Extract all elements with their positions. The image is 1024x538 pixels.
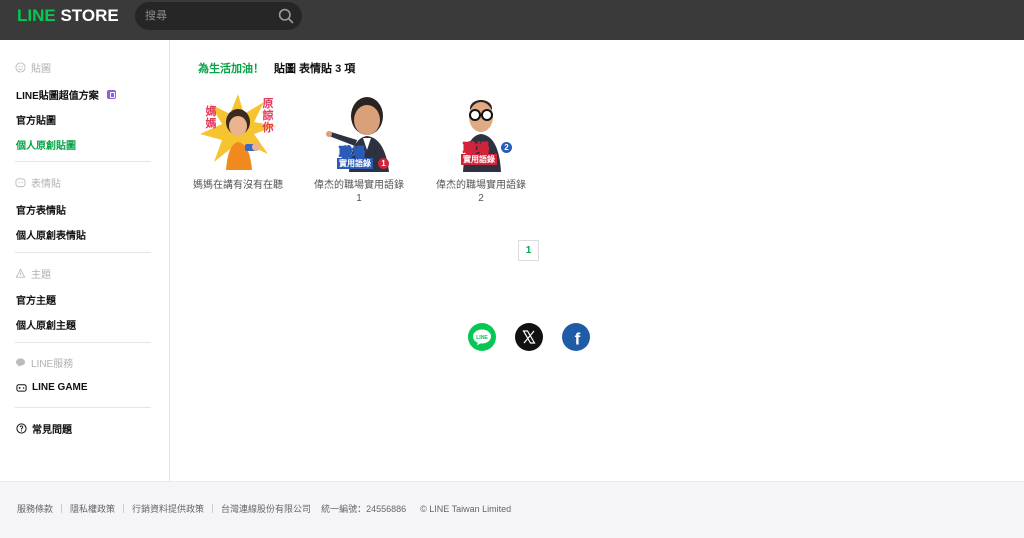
pagination-page-button[interactable]: 1: [518, 240, 539, 261]
line-icon: LINE: [468, 323, 496, 351]
logo-store-text: STORE: [55, 6, 119, 25]
premium-badge-icon: [106, 90, 116, 99]
share-x-button[interactable]: [515, 323, 543, 351]
sidebar-section-emoji: 表情貼: [15, 175, 61, 190]
share-line-button[interactable]: LINE: [468, 323, 496, 351]
smiley-icon: [15, 62, 26, 73]
footer-company-name: 台灣連線股份有限公司: [221, 504, 312, 514]
sidebar-item-label: 官方主題: [16, 296, 56, 307]
sidebar-item-label: 官方表情貼: [16, 206, 66, 217]
sidebar-item-label: 官方貼圖: [16, 116, 56, 127]
sidebar-item-creators-stickers[interactable]: 個人原創貼圖: [16, 137, 76, 152]
search-term: 為生活加油！: [198, 63, 264, 75]
sidebar-section-themes: 主題: [15, 266, 51, 281]
footer-link-privacy[interactable]: 隱私權政策: [70, 502, 115, 515]
sidebar-item-official-themes[interactable]: 官方主題: [16, 292, 56, 307]
top-header: LINE STORE: [0, 0, 1024, 40]
footer-separator: [123, 504, 125, 513]
sidebar-section-line-services: LINE服務: [15, 355, 73, 370]
footer-copyright: © LINE Taiwan Limited: [420, 503, 512, 514]
product-name: 偉杰的職場實用語錄2: [436, 180, 526, 204]
search-result-heading: 為生活加油！ 貼圖 表情貼 3 項: [198, 60, 355, 76]
sidebar-divider: [15, 407, 151, 408]
product-card[interactable]: 職場 實用語錄 1 偉杰的職場實用語錄1: [314, 92, 404, 205]
footer-link-marketing-policy[interactable]: 行銷資料提供政策: [132, 502, 204, 515]
sticker-caption-right: 原諒你: [262, 98, 274, 134]
facebook-icon-label: f: [575, 330, 581, 349]
sticker-number-badge: 1: [378, 158, 389, 169]
sidebar-item-label: 個人原創表情貼: [16, 231, 86, 242]
sidebar-item-line-game[interactable]: LINE GAME: [16, 382, 88, 393]
footer-separator: [212, 504, 214, 513]
sidebar-item-creators-themes[interactable]: 個人原創主題: [16, 317, 76, 332]
sidebar-item-creators-emoji[interactable]: 個人原創表情貼: [16, 227, 86, 242]
product-name: 偉杰的職場實用語錄1: [314, 180, 404, 204]
sidebar-item-official-stickers[interactable]: 官方貼圖: [16, 112, 56, 127]
search-icon[interactable]: [278, 8, 294, 24]
sticker-thumbnail-mom: 媽媽 原諒你: [198, 92, 278, 172]
logo-line-text: LINE: [17, 6, 56, 25]
sidebar: 貼圖 LINE貼圖超值方案 官方貼圖 個人原創貼圖 表情貼 官方表情貼 個人原創…: [0, 40, 170, 481]
page-footer: 服務條款 隱私權政策 行銷資料提供政策 台灣連線股份有限公司 統一編號：2455…: [0, 481, 1024, 538]
sidebar-section-title: 表情貼: [31, 179, 61, 190]
search-input[interactable]: [145, 7, 265, 25]
game-controller-icon: [16, 384, 27, 392]
sidebar-item-official-emoji[interactable]: 官方表情貼: [16, 202, 66, 217]
sidebar-item-label: LINE貼圖超值方案: [16, 91, 99, 102]
sticker-subcaption: 實用語錄: [337, 158, 373, 169]
sidebar-item-label: 常見問題: [32, 425, 72, 436]
sidebar-section-title: 貼圖: [31, 64, 51, 75]
search-bar: [135, 2, 302, 30]
sidebar-section-title: LINE服務: [31, 359, 74, 370]
sidebar-divider: [15, 342, 151, 343]
facebook-icon: f: [562, 323, 590, 351]
footer-tax-id: 統一編號：24556886: [321, 504, 407, 514]
footer-link-terms[interactable]: 服務條款: [17, 502, 53, 515]
product-card[interactable]: 媽媽 原諒你 媽媽在講有沒有在聽: [193, 92, 283, 192]
sticker-caption-left: 媽媽: [205, 106, 217, 130]
sidebar-item-sticker-premium[interactable]: LINE貼圖超值方案: [16, 87, 116, 102]
line-service-icon: [15, 358, 26, 368]
theme-icon: [15, 268, 26, 278]
sticker-number-badge: 2: [501, 142, 512, 153]
sidebar-item-label: LINE GAME: [32, 382, 88, 393]
line-icon-label: LINE: [476, 335, 488, 341]
sidebar-divider: [15, 161, 151, 162]
footer-separator: [61, 504, 63, 513]
product-card[interactable]: 職場 實用語錄 2 偉杰的職場實用語錄2: [436, 92, 526, 205]
sticker-thumbnail-workplace-2: 職場 實用語錄 2: [441, 92, 521, 172]
x-icon: [515, 323, 543, 351]
sidebar-item-faq[interactable]: 常見問題: [16, 421, 72, 436]
sidebar-divider: [15, 252, 151, 253]
help-icon: [16, 423, 27, 434]
sticker-thumbnail-workplace-1: 職場 實用語錄 1: [319, 92, 399, 172]
footer-links: 服務條款 隱私權政策 行銷資料提供政策 台灣連線股份有限公司 統一編號：2455…: [17, 502, 511, 515]
sticker-subcaption: 實用語錄: [461, 154, 497, 165]
result-summary: 貼圖 表情貼 3 項: [274, 63, 356, 75]
sidebar-item-label: 個人原創貼圖: [16, 141, 76, 152]
line-store-logo[interactable]: LINE STORE: [17, 6, 119, 26]
sidebar-section-title: 主題: [31, 270, 51, 281]
sidebar-section-stickers: 貼圖: [15, 60, 51, 75]
emoji-icon: [15, 178, 26, 188]
sidebar-item-label: 個人原創主題: [16, 321, 76, 332]
share-facebook-button[interactable]: f: [562, 323, 590, 351]
product-name: 媽媽在講有沒有在聽: [193, 180, 283, 191]
